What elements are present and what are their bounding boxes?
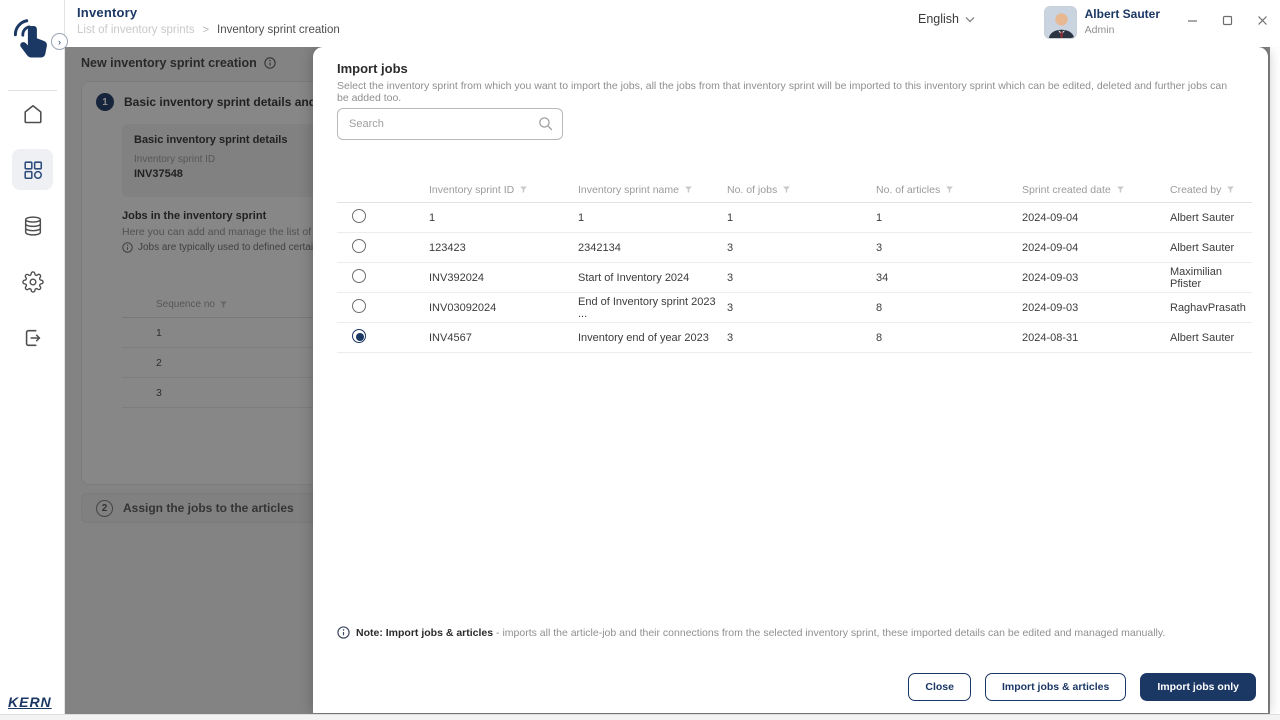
minimize-button[interactable] (1175, 3, 1210, 38)
sidebar-divider (8, 90, 57, 91)
user-role: Admin (1084, 24, 1115, 36)
row-radio[interactable] (352, 209, 366, 223)
logout-icon (25, 329, 40, 346)
filter-icon (1227, 186, 1235, 193)
maximize-button[interactable] (1210, 3, 1245, 38)
import-jobs-articles-button[interactable]: Import jobs & articles (984, 673, 1127, 701)
close-button[interactable] (1245, 3, 1280, 38)
search-input[interactable] (337, 108, 563, 140)
column-header-inventory-sprint-id[interactable]: Inventory sprint ID (429, 184, 578, 196)
sprint-row[interactable]: INV4567 Inventory end of year 2023 3 8 2024-… (337, 323, 1252, 353)
sidebar-item-home[interactable] (12, 93, 53, 134)
dashboard-grid-icon (23, 160, 42, 179)
import-sprints-table: Inventory sprint ID Inventory sprint nam… (337, 177, 1252, 353)
row-radio[interactable] (352, 239, 366, 253)
sidebar-item-database[interactable] (12, 205, 53, 246)
column-header-no-of-jobs[interactable]: No. of jobs (727, 184, 876, 196)
home-icon (23, 104, 42, 123)
modal-title: Import jobs (337, 61, 408, 76)
row-radio[interactable] (352, 329, 366, 343)
filter-icon (685, 186, 692, 193)
breadcrumb-parent[interactable]: List of inventory sprints (77, 24, 195, 36)
avatar (1043, 6, 1077, 39)
sidebar-expand-button[interactable]: › (51, 33, 68, 50)
sprint-row[interactable]: 123423 2342134 3 3 2024-09-04 Albert Sauter (337, 233, 1252, 263)
table-header-row: Inventory sprint ID Inventory sprint nam… (337, 177, 1252, 203)
search-icon (539, 117, 553, 131)
user-name: Albert Sauter (1084, 7, 1160, 21)
modal-actions: Close Import jobs & articles Import jobs… (908, 673, 1256, 701)
database-icon (24, 215, 41, 236)
top-bar: Inventory List of inventory sprints > In… (65, 0, 1280, 47)
info-icon (337, 626, 350, 639)
import-jobs-only-button[interactable]: Import jobs only (1140, 673, 1256, 701)
language-label: English (918, 12, 959, 26)
page-title: Inventory (77, 5, 138, 20)
sprint-row[interactable]: INV03092024 End of Inventory sprint 2023 … (337, 293, 1252, 323)
user-profile[interactable]: Albert Sauter Admin (1043, 6, 1160, 39)
column-header-created-by[interactable]: Created by (1170, 184, 1252, 196)
sidebar: KERN (0, 0, 65, 714)
search-box (337, 108, 563, 140)
breadcrumb-separator-icon: > (202, 24, 210, 36)
sprint-row[interactable]: INV392024 Start of Inventory 2024 3 34 2024-… (337, 263, 1252, 293)
column-header-no-of-articles[interactable]: No. of articles (876, 184, 1022, 196)
window-controls (1175, 0, 1280, 40)
chevron-down-icon (965, 17, 975, 23)
sidebar-item-inventory[interactable] (12, 149, 53, 190)
sprint-row[interactable]: 1 1 1 1 2024-09-04 Albert Sauter (337, 203, 1252, 233)
filter-icon (946, 186, 954, 193)
gear-icon (21, 270, 44, 293)
column-header-inventory-sprint-name[interactable]: Inventory sprint name (578, 184, 727, 196)
filter-icon (520, 186, 528, 193)
sidebar-item-settings[interactable] (12, 261, 53, 302)
row-radio[interactable] (352, 299, 366, 313)
app-logo-click-hand-icon (11, 12, 53, 68)
modal-note: Note: Import jobs & articles - imports a… (337, 626, 1244, 639)
app-window: Inventory List of inventory sprints > In… (0, 0, 1280, 720)
breadcrumb-current: Inventory sprint creation (217, 24, 340, 36)
close-modal-button[interactable]: Close (908, 673, 971, 701)
filter-icon (783, 186, 791, 193)
row-radio[interactable] (352, 269, 366, 283)
kern-brand-logo: KERN (8, 694, 52, 710)
modal-subtitle: Select the inventory sprint from which y… (337, 80, 1228, 104)
column-header-sprint-created-date[interactable]: Sprint created date (1022, 184, 1170, 196)
breadcrumb: List of inventory sprints > Inventory sp… (77, 24, 340, 36)
sidebar-item-logout[interactable] (12, 317, 53, 358)
language-selector[interactable]: English (918, 12, 975, 26)
window-bottom-edge (0, 714, 1280, 720)
filter-icon (1116, 186, 1124, 193)
import-jobs-modal: Import jobs Select the inventory sprint … (313, 47, 1268, 713)
